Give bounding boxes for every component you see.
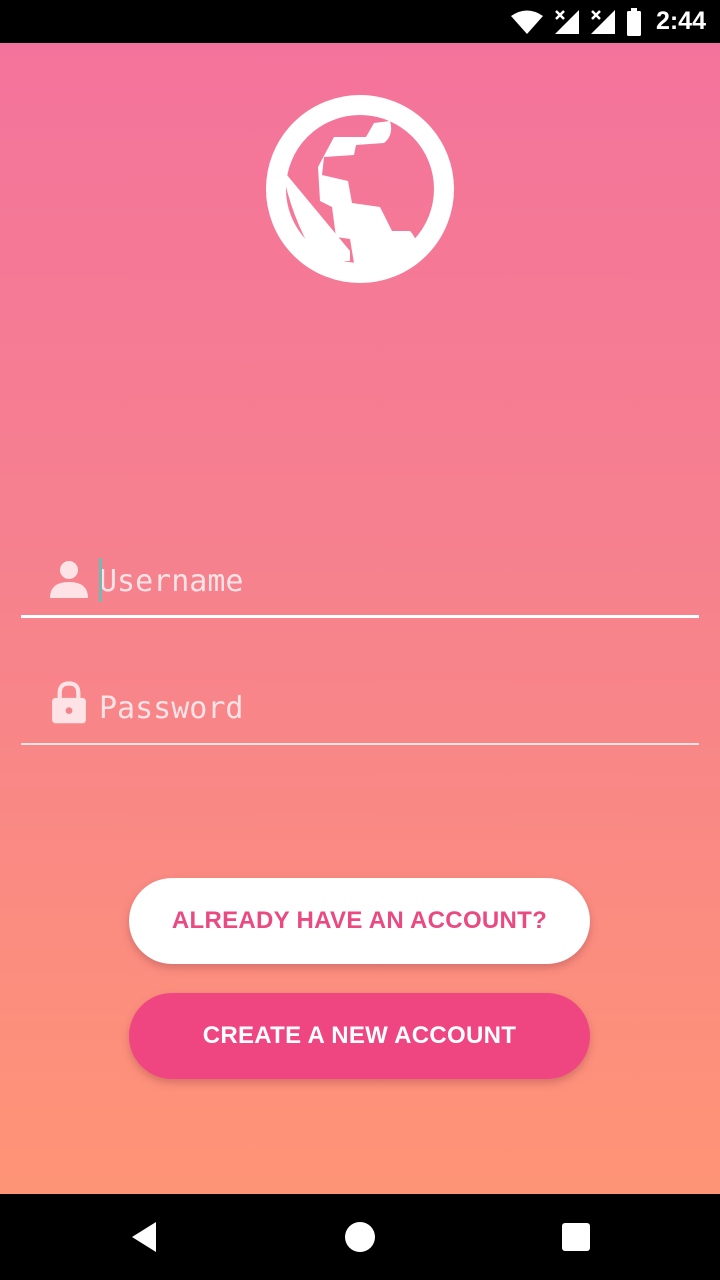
username-field[interactable] (21, 548, 699, 618)
home-icon[interactable] (342, 1219, 378, 1255)
already-have-account-button[interactable]: ALREADY HAVE AN ACCOUNT? (129, 878, 590, 964)
status-bar: 2:44 (0, 0, 720, 43)
status-icons: 2:44 (510, 0, 706, 43)
create-account-button[interactable]: CREATE A NEW ACCOUNT (129, 993, 590, 1079)
lock-icon (52, 681, 86, 724)
username-input[interactable] (99, 548, 679, 614)
battery-icon (626, 7, 641, 36)
password-field[interactable] (21, 675, 699, 745)
back-icon[interactable] (126, 1219, 162, 1255)
globe-icon (266, 95, 454, 283)
text-caret (99, 558, 102, 602)
recents-icon[interactable] (558, 1219, 594, 1255)
login-screen: ALREADY HAVE AN ACCOUNT? CREATE A NEW AC… (0, 43, 720, 1194)
signal-x-icon (554, 9, 579, 34)
status-time: 2:44 (655, 7, 706, 35)
wifi-icon (510, 10, 543, 34)
navigation-bar (0, 1194, 720, 1280)
password-input[interactable] (99, 675, 679, 741)
person-icon (50, 561, 88, 598)
signal-x-icon (590, 9, 615, 34)
